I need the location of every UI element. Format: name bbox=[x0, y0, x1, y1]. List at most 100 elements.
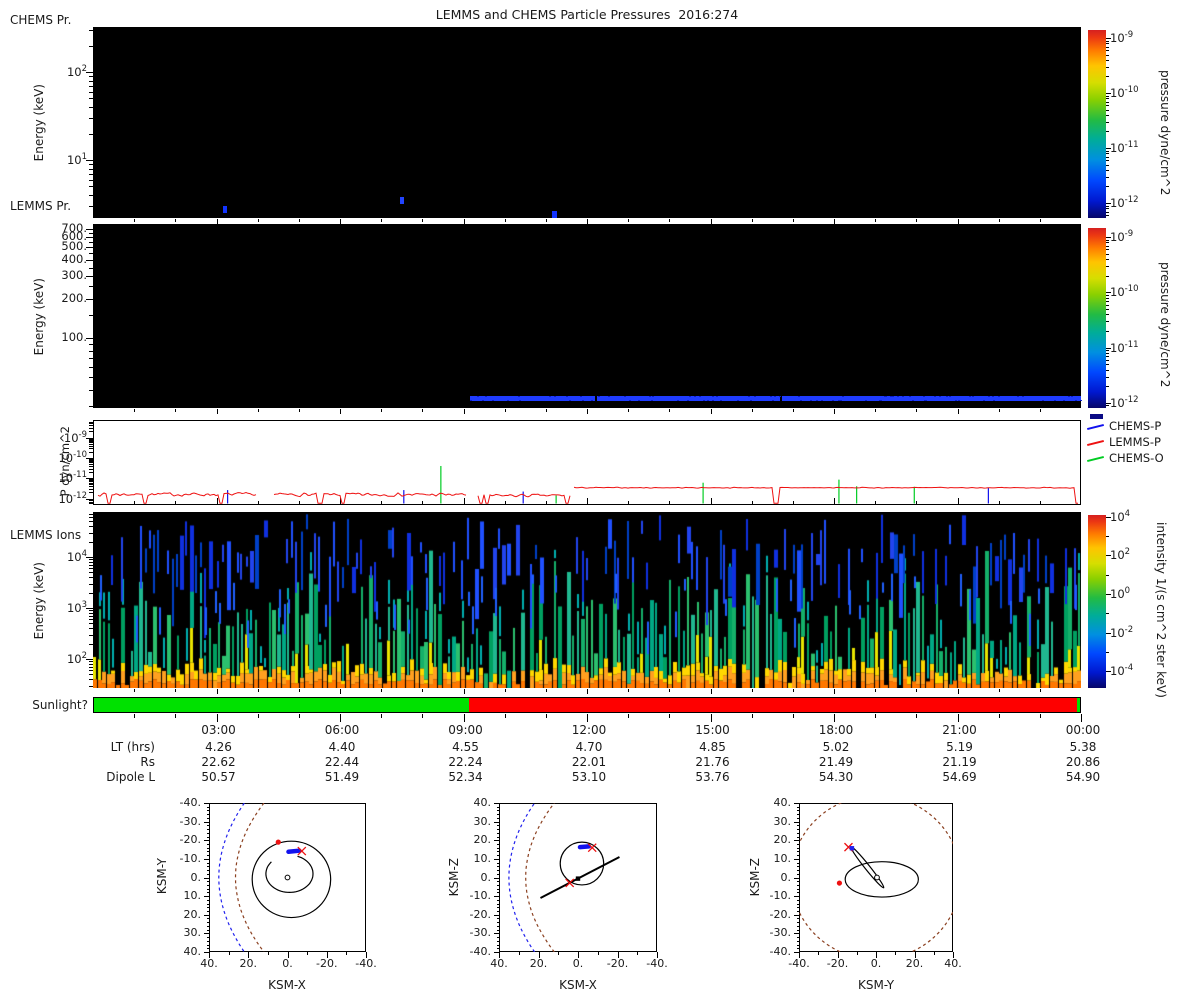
rs-value: 22.24 bbox=[448, 755, 483, 769]
orbit-y-tick bbox=[796, 814, 799, 816]
orbit-y-tick bbox=[494, 821, 499, 823]
orbit-y-tick bbox=[496, 892, 499, 894]
x-tick bbox=[875, 689, 877, 692]
band-texture bbox=[549, 396, 552, 397]
colorbar-title-2: pressure dyne/cm^2 bbox=[1158, 262, 1172, 388]
orbit-y-tick-label: 20. bbox=[473, 833, 492, 847]
orbit-y-tick bbox=[494, 896, 499, 898]
orbit-y-tick bbox=[204, 840, 209, 842]
y-minor-tick bbox=[89, 610, 93, 612]
cb-minor-tick bbox=[1106, 153, 1109, 155]
orbit-y-tick bbox=[796, 855, 799, 857]
x-tick bbox=[175, 689, 177, 692]
dipole-value: 52.34 bbox=[448, 770, 483, 784]
time-axis-tick bbox=[916, 714, 918, 718]
orbit-y-tick bbox=[494, 877, 499, 879]
orbit-y-tick-label: 20. bbox=[183, 907, 202, 921]
orbit-y-tick bbox=[206, 903, 209, 905]
legend-line bbox=[1087, 455, 1104, 463]
orbit-y-tick-label: 40. bbox=[773, 796, 792, 809]
orbit-y-tick bbox=[204, 803, 209, 804]
time-axis-tick bbox=[422, 714, 424, 718]
cb-minor-tick bbox=[1106, 364, 1109, 366]
rs-value: 22.62 bbox=[201, 755, 236, 769]
y-minor-tick bbox=[89, 674, 93, 676]
band-texture bbox=[651, 396, 654, 397]
band-texture bbox=[998, 396, 1001, 397]
y-major-tick bbox=[86, 338, 93, 339]
band-texture bbox=[800, 399, 803, 401]
cb-minor-tick bbox=[1106, 50, 1109, 52]
x-tick bbox=[257, 689, 259, 692]
sunlight-bar bbox=[93, 697, 1081, 713]
cb-minor-tick bbox=[1106, 205, 1109, 207]
y-tick-label: 102 bbox=[66, 651, 87, 666]
cb-minor-tick bbox=[1106, 54, 1109, 56]
band-texture bbox=[518, 399, 521, 401]
band-texture bbox=[922, 396, 925, 397]
orbit-y-tick bbox=[794, 877, 799, 879]
band-texture bbox=[712, 399, 715, 401]
y-major-tick bbox=[86, 247, 93, 249]
cb-minor-tick bbox=[1106, 294, 1109, 296]
band-texture bbox=[506, 399, 509, 401]
x-tick bbox=[957, 689, 959, 694]
rs-value: 22.44 bbox=[324, 755, 360, 769]
lt-value: 4.70 bbox=[575, 740, 603, 754]
legend-item-chems-p: CHEMS-P bbox=[1087, 419, 1197, 434]
y-minor-tick bbox=[89, 612, 93, 614]
y-minor-tick bbox=[89, 423, 93, 425]
time-axis-tick bbox=[710, 714, 712, 722]
y-tick-label: 10-10 bbox=[58, 449, 87, 465]
figure: LEMMS and CHEMS Particle Pressures 2016:… bbox=[0, 0, 1200, 1000]
band-texture bbox=[839, 399, 842, 401]
x-tick bbox=[875, 219, 877, 222]
orbit-y-tick bbox=[796, 832, 799, 834]
orbit-y-tick bbox=[494, 914, 499, 916]
band-texture bbox=[1074, 399, 1077, 401]
y-minor-tick bbox=[89, 179, 93, 181]
x-tick bbox=[587, 409, 588, 414]
time-tick-label: 15:00 bbox=[695, 723, 730, 737]
y-minor-tick bbox=[89, 350, 93, 352]
time-axis-tick bbox=[751, 714, 753, 718]
cb-minor-tick bbox=[1106, 150, 1109, 152]
orbit-y-tick-label: -30. bbox=[469, 926, 491, 940]
band-texture bbox=[902, 396, 905, 397]
orbit-y-tick bbox=[794, 952, 799, 953]
orbit-x-tick bbox=[518, 952, 520, 955]
orbit-y-tick bbox=[206, 847, 209, 849]
orbit-y-tick bbox=[204, 896, 209, 898]
ions-heatmap-canvas bbox=[93, 512, 1081, 688]
x-tick bbox=[298, 219, 300, 222]
dipole-value: 54.90 bbox=[1065, 770, 1101, 784]
x-tick bbox=[257, 219, 259, 222]
lemms-spectrogram bbox=[93, 224, 1083, 408]
cb-minor-tick bbox=[1106, 265, 1109, 267]
cb-minor-tick bbox=[1106, 186, 1109, 188]
orbit-y-tick bbox=[206, 884, 209, 886]
cb-minor-tick bbox=[1106, 369, 1109, 371]
orbit-y-tick bbox=[496, 884, 499, 886]
y-tick-label: 400. bbox=[61, 252, 87, 267]
orbit-y-tick bbox=[496, 948, 499, 950]
x-tick bbox=[463, 409, 465, 414]
orbit-x-tick bbox=[637, 952, 639, 955]
cb-tick-label: 100 bbox=[1110, 586, 1131, 601]
dipole-value: 53.76 bbox=[695, 770, 730, 784]
band-texture bbox=[945, 396, 948, 397]
cb-minor-tick bbox=[1106, 352, 1109, 354]
band-texture bbox=[957, 399, 960, 401]
band-texture bbox=[569, 399, 572, 401]
cb-minor-tick bbox=[1106, 253, 1109, 255]
orbit-y-tick bbox=[206, 907, 209, 909]
orbit-y-tick bbox=[496, 903, 499, 905]
orbit-y-tick bbox=[206, 899, 209, 901]
x-tick bbox=[834, 689, 835, 694]
orbit-y-tick-label: -30. bbox=[769, 926, 791, 940]
orbit-y-tick bbox=[496, 918, 499, 920]
x-tick bbox=[1039, 689, 1041, 692]
x-tick bbox=[545, 409, 547, 412]
chems-pressure-pixel bbox=[399, 196, 405, 204]
band-texture bbox=[891, 396, 894, 397]
